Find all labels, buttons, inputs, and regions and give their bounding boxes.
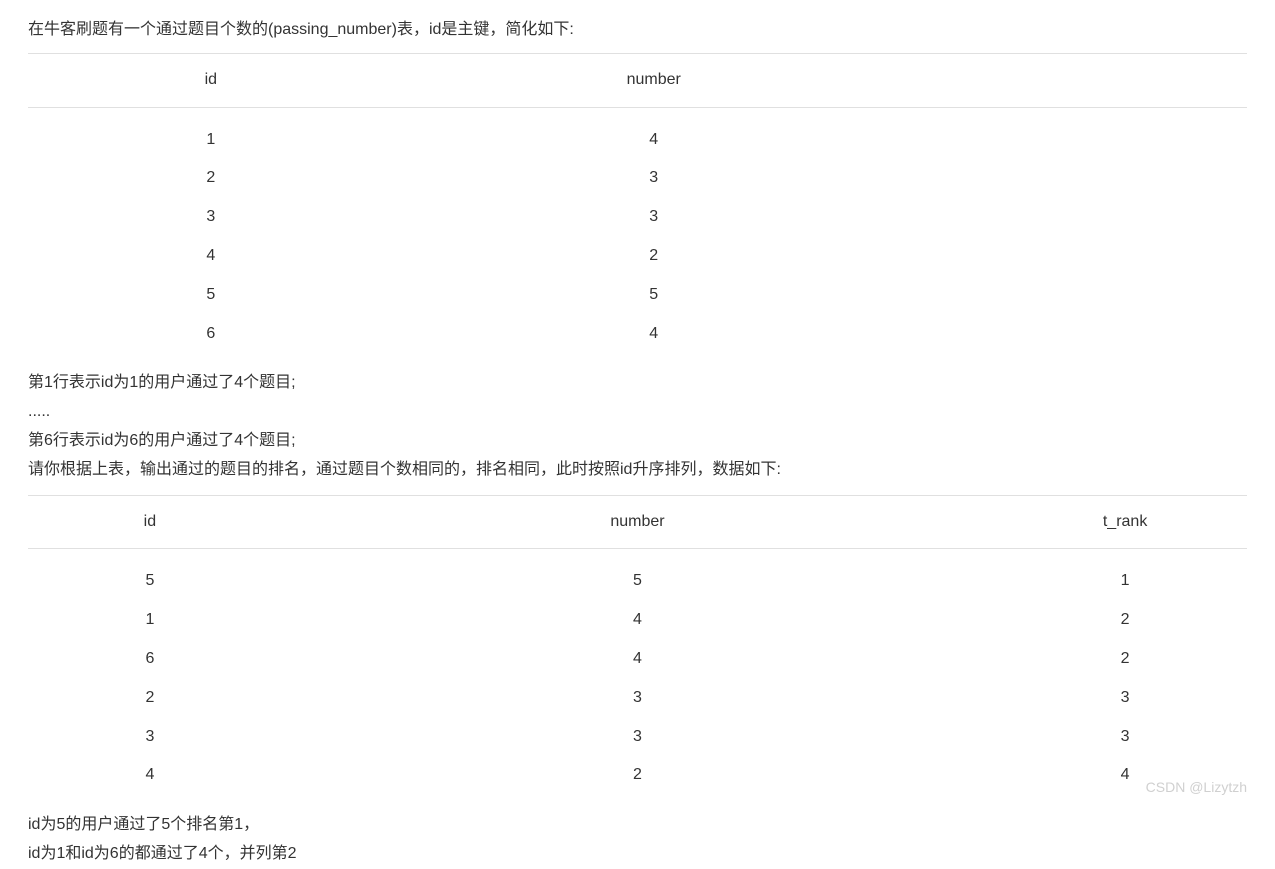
table-row: 6 4 2 bbox=[28, 640, 1247, 679]
col-header-id: id bbox=[28, 495, 272, 549]
col-header-number: number bbox=[272, 495, 1003, 549]
col-header-trank: t_rank bbox=[1003, 495, 1247, 549]
footer-line-2: id为1和id为6的都通过了4个，并列第2 bbox=[28, 840, 1247, 869]
description-block: 第1行表示id为1的用户通过了4个题目; ..... 第6行表示id为6的用户通… bbox=[28, 369, 1247, 484]
table-row: 3 3 bbox=[28, 198, 1247, 237]
cell-number: 4 bbox=[272, 601, 1003, 640]
cell-number: 2 bbox=[272, 756, 1003, 795]
rank-result-table: id number t_rank 5 5 1 1 4 2 6 4 2 2 3 3… bbox=[28, 495, 1247, 796]
cell-id: 2 bbox=[28, 159, 394, 198]
table-row: 5 5 bbox=[28, 276, 1247, 315]
col-header-number: number bbox=[394, 53, 1247, 107]
cell-number: 3 bbox=[394, 159, 1247, 198]
desc-line-ellipsis: ..... bbox=[28, 398, 1247, 427]
intro-text: 在牛客刷题有一个通过题目个数的(passing_number)表，id是主键，简… bbox=[28, 16, 1247, 45]
desc-line-instruction: 请你根据上表，输出通过的题目的排名，通过题目个数相同的，排名相同，此时按照id升… bbox=[28, 456, 1247, 485]
cell-number: 5 bbox=[272, 549, 1003, 601]
table-header-row: id number bbox=[28, 53, 1247, 107]
cell-number: 4 bbox=[394, 315, 1247, 354]
table-row: 3 3 3 bbox=[28, 718, 1247, 757]
cell-id: 4 bbox=[28, 756, 272, 795]
desc-line-1: 第1行表示id为1的用户通过了4个题目; bbox=[28, 369, 1247, 398]
desc-line-6: 第6行表示id为6的用户通过了4个题目; bbox=[28, 427, 1247, 456]
cell-trank: 3 bbox=[1003, 718, 1247, 757]
cell-number: 2 bbox=[394, 237, 1247, 276]
table-row: 2 3 3 bbox=[28, 679, 1247, 718]
table-row: 4 2 4 bbox=[28, 756, 1247, 795]
cell-number: 3 bbox=[394, 198, 1247, 237]
cell-trank: 1 bbox=[1003, 549, 1247, 601]
table-row: 5 5 1 bbox=[28, 549, 1247, 601]
cell-id: 3 bbox=[28, 718, 272, 757]
table-row: 1 4 2 bbox=[28, 601, 1247, 640]
cell-id: 4 bbox=[28, 237, 394, 276]
cell-id: 2 bbox=[28, 679, 272, 718]
cell-id: 3 bbox=[28, 198, 394, 237]
footer-line-1: id为5的用户通过了5个排名第1， bbox=[28, 811, 1247, 840]
footer-block: id为5的用户通过了5个排名第1， id为1和id为6的都通过了4个，并列第2 bbox=[28, 811, 1247, 869]
cell-number: 3 bbox=[272, 679, 1003, 718]
table-row: 2 3 bbox=[28, 159, 1247, 198]
table-header-row: id number t_rank bbox=[28, 495, 1247, 549]
cell-number: 4 bbox=[394, 107, 1247, 159]
cell-trank: 4 bbox=[1003, 756, 1247, 795]
cell-number: 3 bbox=[272, 718, 1003, 757]
passing-number-table: id number 1 4 2 3 3 3 4 2 5 5 6 4 bbox=[28, 53, 1247, 354]
cell-id: 5 bbox=[28, 549, 272, 601]
cell-id: 1 bbox=[28, 107, 394, 159]
cell-trank: 2 bbox=[1003, 601, 1247, 640]
col-header-id: id bbox=[28, 53, 394, 107]
cell-trank: 2 bbox=[1003, 640, 1247, 679]
cell-id: 5 bbox=[28, 276, 394, 315]
cell-id: 6 bbox=[28, 315, 394, 354]
cell-number: 5 bbox=[394, 276, 1247, 315]
table-row: 6 4 bbox=[28, 315, 1247, 354]
cell-number: 4 bbox=[272, 640, 1003, 679]
cell-trank: 3 bbox=[1003, 679, 1247, 718]
table-row: 1 4 bbox=[28, 107, 1247, 159]
table-row: 4 2 bbox=[28, 237, 1247, 276]
cell-id: 6 bbox=[28, 640, 272, 679]
cell-id: 1 bbox=[28, 601, 272, 640]
